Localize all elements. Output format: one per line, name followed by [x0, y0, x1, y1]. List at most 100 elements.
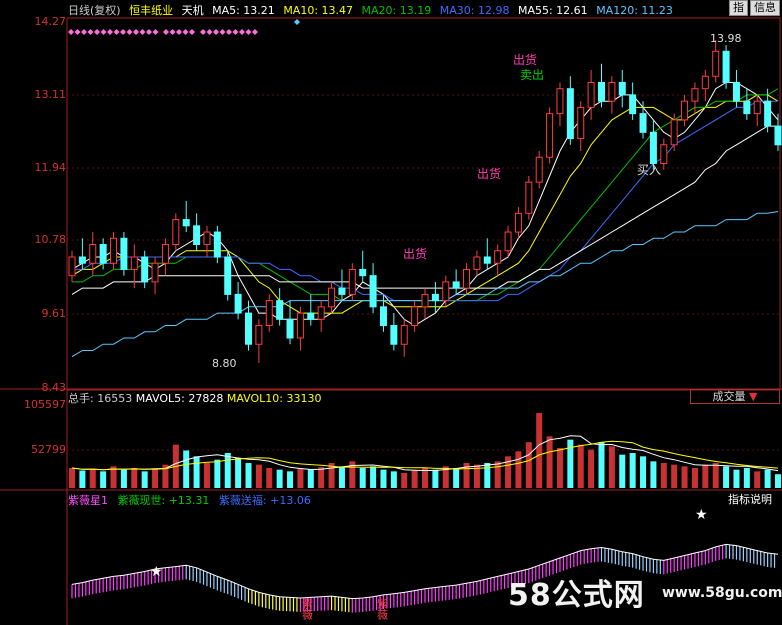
volume-bar — [453, 467, 460, 488]
volume-bar — [754, 471, 761, 488]
ma-line-ma55 — [71, 125, 778, 295]
volume-bar — [338, 466, 345, 488]
candle-body — [431, 293, 439, 302]
volume-bar — [494, 461, 501, 488]
mavol5-label: MAVOL5: 27828 — [135, 392, 224, 405]
mavol10-label: MAVOL10: 33130 — [226, 392, 322, 405]
volume-bar — [287, 471, 294, 488]
annotations: 13.98 8.80 出货 卖出 出货 出货 买入 ★ ★ 紫薇 紫薇 — [150, 32, 742, 621]
sell-label-4: 出货 — [403, 246, 427, 261]
candle-body — [525, 181, 533, 214]
candle-body — [556, 88, 564, 115]
signal-diamond — [133, 29, 139, 35]
total-volume-label: 总手: 16553 — [68, 392, 133, 405]
volume-tab[interactable]: 成交量 ▼ — [690, 389, 780, 404]
candle-body — [504, 231, 512, 252]
candle-body — [514, 212, 522, 233]
info-button[interactable]: 信息 — [750, 0, 780, 16]
candle-body — [400, 325, 408, 345]
candle-body — [141, 256, 149, 283]
volume-bar — [660, 462, 667, 488]
signal-diamond — [200, 29, 206, 35]
volume-bar — [712, 462, 719, 488]
candle-body — [317, 306, 325, 320]
candle-body — [234, 293, 242, 314]
volume-bar — [214, 459, 221, 488]
candle-body — [764, 100, 772, 127]
volume-bar — [629, 452, 636, 488]
indicator-mark-1: 紫薇 — [301, 598, 314, 621]
volume-bar — [525, 442, 532, 488]
candle-body — [307, 312, 315, 320]
tool-label: 天机 — [181, 4, 204, 17]
signal-diamond — [226, 29, 232, 35]
candle-body — [68, 256, 76, 277]
signal-diamond — [176, 29, 182, 35]
volume-bar — [608, 446, 615, 488]
signal-diamond — [126, 29, 133, 35]
volume-bar — [401, 472, 408, 488]
ma10-label: MA10: 13.47 — [283, 4, 354, 17]
ma30-label: MA30: 12.98 — [439, 4, 510, 17]
volume-bar — [235, 457, 242, 488]
signal-diamond — [139, 29, 146, 35]
candle-body — [99, 244, 107, 264]
candle-body — [483, 256, 491, 264]
index-button[interactable]: 指 — [729, 0, 748, 16]
candle-body — [670, 119, 678, 146]
price-tick: 13.11 — [34, 88, 67, 101]
star-mark: ★ — [150, 564, 163, 580]
signal-diamond — [189, 29, 195, 35]
volume-bar — [432, 469, 439, 488]
candle-body — [224, 256, 232, 295]
ma20-label: MA20: 13.19 — [361, 4, 432, 17]
candle-body — [265, 300, 273, 327]
volume-bar — [515, 451, 522, 488]
candle-body — [722, 50, 730, 83]
signal-diamond — [239, 29, 245, 35]
signal-diamond — [163, 29, 169, 35]
candle-body — [390, 325, 398, 345]
volume-bar — [266, 467, 273, 488]
candle-body — [681, 100, 689, 121]
volume-bar — [307, 469, 314, 488]
signal-diamond — [81, 29, 87, 35]
signal-diamond — [74, 29, 81, 35]
indicator-help-button[interactable]: 指标说明 — [728, 491, 772, 507]
signal-diamonds — [68, 19, 300, 35]
candle-body — [608, 81, 616, 102]
volume-bar — [536, 412, 543, 488]
signal-diamond — [152, 29, 159, 35]
volume-tick: 52799 — [31, 443, 66, 456]
candle-body — [629, 94, 637, 115]
candle-body — [546, 113, 554, 158]
signal-diamond — [120, 29, 126, 35]
stock-name[interactable]: 恒丰纸业 — [129, 4, 173, 17]
volume-bar — [681, 466, 688, 488]
indicator-line1: 紫薇现世: +13.31 — [117, 494, 210, 507]
candle-body — [639, 113, 647, 133]
volume-bar — [203, 462, 210, 488]
candle-body — [286, 318, 294, 339]
indicator-bars — [71, 543, 779, 613]
volume-bar — [702, 464, 709, 488]
volume-header: 总手: 16553 MAVOL5: 27828 MAVOL10: 33130 — [68, 390, 321, 406]
candle-body — [130, 256, 138, 270]
volume-bar — [650, 461, 657, 488]
price-tick: 11.94 — [34, 161, 67, 174]
period-label: 日线(复权) — [68, 4, 121, 17]
sell-label-2: 卖出 — [520, 68, 544, 82]
candle-body — [379, 306, 387, 327]
candle-body — [328, 287, 336, 308]
kline-chart[interactable]: 13.98 8.80 出货 卖出 出货 出货 买入 ★ ★ 紫薇 紫薇 — [0, 0, 782, 625]
candle-body — [743, 100, 751, 115]
volume-bar — [297, 468, 304, 488]
dropdown-icon: ▼ — [749, 390, 758, 403]
indicator-name[interactable]: 紫薇星1 — [68, 494, 108, 507]
indicator-mark-2: 紫薇 — [376, 598, 389, 621]
candle-body — [732, 81, 740, 102]
volume-bar — [100, 471, 107, 488]
candles — [68, 40, 782, 363]
volume-tick: 105597 — [24, 398, 66, 411]
signal-diamond — [94, 29, 100, 35]
